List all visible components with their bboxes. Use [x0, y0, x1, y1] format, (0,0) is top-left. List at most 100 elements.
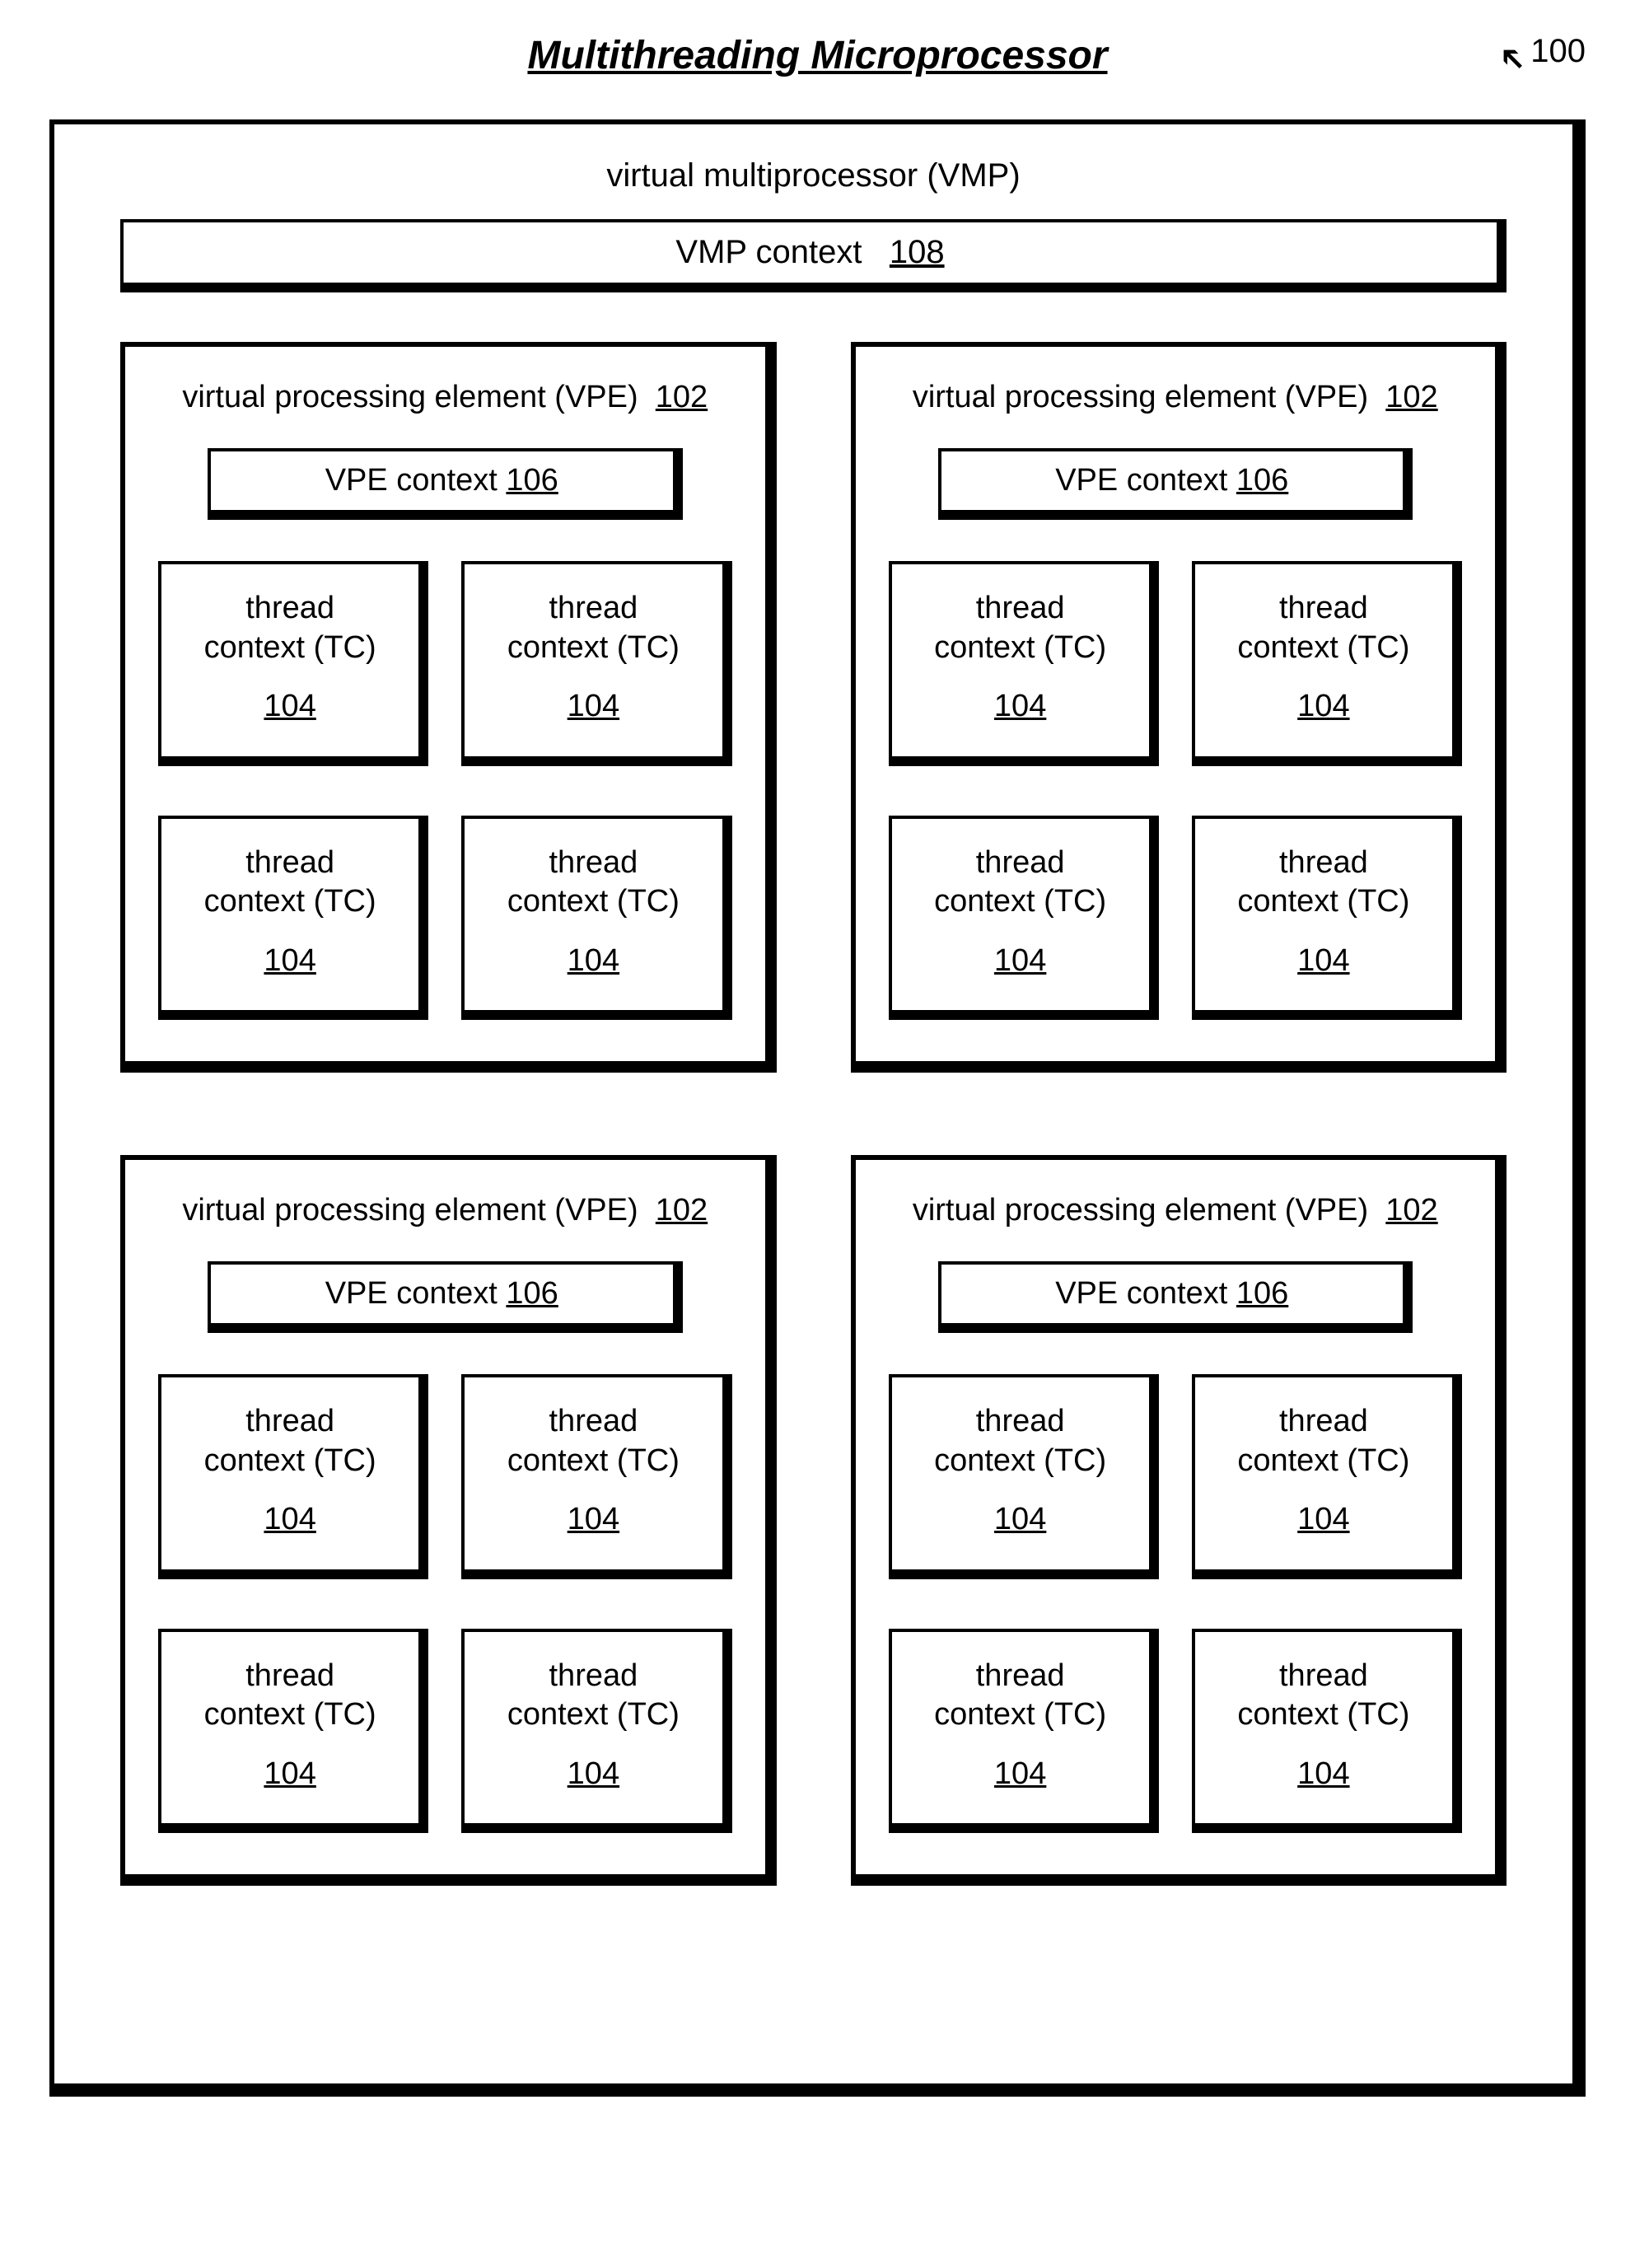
tc-line2: context (TC) [1237, 882, 1409, 922]
tc-line1: thread [245, 1657, 334, 1696]
vpe-title-label: virtual processing element (VPE) [182, 380, 638, 414]
vpe-title: virtual processing element (VPE) 102 [158, 1193, 732, 1228]
tc-line2: context (TC) [934, 629, 1106, 668]
tc-line2: context (TC) [1237, 1442, 1409, 1481]
tc-line1: thread [549, 589, 638, 629]
tc-block: threadcontext (TC)104 [461, 561, 731, 766]
vmp-context-label: VMP context [675, 234, 862, 270]
vpe-grid: virtual processing element (VPE) 102 VPE … [112, 342, 1515, 1886]
tc-line2: context (TC) [204, 629, 376, 668]
tc-ref: 104 [1297, 1500, 1349, 1540]
tc-grid: threadcontext (TC)104threadcontext (TC)1… [889, 561, 1463, 1020]
tc-block: threadcontext (TC) 104 [158, 816, 428, 1021]
vmp-title: virtual multiprocessor (VMP) [112, 157, 1515, 194]
vmp-context-block: VMP context 108 [120, 219, 1507, 292]
vpe-context-label: VPE context [1055, 1276, 1227, 1311]
tc-line2: context (TC) [507, 882, 680, 922]
vpe-title-ref: 102 [1385, 1193, 1437, 1228]
tc-line1: thread [1279, 1657, 1368, 1696]
vpe-title-ref: 102 [656, 1193, 708, 1228]
vpe-context-ref: 106 [506, 1276, 558, 1311]
vpe-title-ref: 102 [1385, 380, 1437, 414]
reference-number: 100 [1530, 33, 1586, 70]
tc-line2: context (TC) [1237, 1695, 1409, 1735]
tc-block: threadcontext (TC) 104 [1192, 816, 1462, 1021]
tc-line1: thread [976, 1402, 1065, 1442]
vpe-context-block: VPE context 106 [208, 448, 683, 520]
tc-ref: 104 [1297, 687, 1349, 727]
tc-ref: 104 [1297, 942, 1349, 981]
tc-block: threadcontext (TC) 104 [158, 561, 428, 766]
tc-ref: 104 [568, 942, 619, 981]
ref-arrow-icon: ➔ [1488, 35, 1535, 82]
vpe-context-label: VPE context [325, 463, 498, 498]
tc-block: threadcontext (TC)104 [1192, 1629, 1462, 1834]
tc-ref: 104 [264, 1500, 315, 1540]
vpe-context-block: VPE context 106 [208, 1261, 683, 1333]
tc-grid: threadcontext (TC)104threadcontext (TC)1… [889, 1374, 1463, 1833]
tc-line2: context (TC) [507, 1695, 680, 1735]
tc-block: threadcontext (TC) 104 [461, 816, 731, 1021]
tc-ref: 104 [264, 1755, 315, 1794]
vpe-context-block: VPE context 106 [938, 448, 1413, 520]
vpe-title-label: virtual processing element (VPE) [182, 1193, 638, 1228]
tc-line1: thread [245, 844, 334, 883]
tc-ref: 104 [568, 1755, 619, 1794]
vpe-block: virtual processing element (VPE) 102 VPE … [120, 1155, 777, 1886]
tc-ref: 104 [994, 1500, 1046, 1540]
vmp-block: virtual multiprocessor (VMP) VMP context… [49, 119, 1586, 2097]
vpe-title-ref: 102 [656, 380, 708, 414]
tc-block: threadcontext (TC) 104 [1192, 1374, 1462, 1579]
vpe-block: virtual processing element (VPE) 102 VPE … [851, 342, 1507, 1073]
tc-block: threadcontext (TC) 104 [461, 1629, 731, 1834]
vpe-title-label: virtual processing element (VPE) [913, 1193, 1368, 1228]
vpe-block: virtual processing element (VPE) 102 VPE … [120, 342, 777, 1073]
tc-ref: 104 [264, 687, 315, 727]
tc-block: threadcontext (TC) 104 [889, 816, 1159, 1021]
vpe-context-ref: 106 [506, 463, 558, 498]
tc-line2: context (TC) [204, 1442, 376, 1481]
tc-block: threadcontext (TC) 104 [461, 1374, 731, 1579]
tc-block: threadcontext (TC)104 [1192, 561, 1462, 766]
tc-line2: context (TC) [204, 882, 376, 922]
tc-ref: 104 [994, 1755, 1046, 1794]
tc-line2: context (TC) [934, 1442, 1106, 1481]
tc-line1: thread [245, 589, 334, 629]
tc-line2: context (TC) [934, 1695, 1106, 1735]
tc-grid: threadcontext (TC)104threadcontext (TC)1… [158, 561, 732, 1020]
vpe-context-block: VPE context 106 [938, 1261, 1413, 1333]
tc-block: threadcontext (TC) 104 [158, 1374, 428, 1579]
tc-line2: context (TC) [507, 1442, 680, 1481]
reference-100: ➔ 100 [1498, 33, 1586, 71]
tc-line1: thread [245, 1402, 334, 1442]
tc-line1: thread [549, 844, 638, 883]
vpe-title-label: virtual processing element (VPE) [913, 380, 1368, 414]
diagram-title: Multithreading Microprocessor [527, 33, 1107, 78]
vpe-context-ref: 106 [1236, 1276, 1288, 1311]
vpe-title: virtual processing element (VPE) 102 [889, 380, 1463, 415]
vmp-context-ref: 108 [890, 234, 945, 270]
tc-ref: 104 [264, 942, 315, 981]
tc-line2: context (TC) [934, 882, 1106, 922]
tc-grid: threadcontext (TC)104threadcontext (TC)1… [158, 1374, 732, 1833]
tc-line1: thread [549, 1402, 638, 1442]
tc-line1: thread [549, 1657, 638, 1696]
tc-line1: thread [976, 844, 1065, 883]
vpe-context-ref: 106 [1236, 463, 1288, 498]
vpe-title: virtual processing element (VPE) 102 [889, 1193, 1463, 1228]
tc-line1: thread [976, 1657, 1065, 1696]
tc-block: threadcontext (TC) 104 [889, 1629, 1159, 1834]
tc-ref: 104 [568, 1500, 619, 1540]
tc-block: threadcontext (TC)104 [158, 1629, 428, 1834]
tc-ref: 104 [994, 687, 1046, 727]
vpe-context-label: VPE context [1055, 463, 1227, 498]
tc-line1: thread [1279, 589, 1368, 629]
tc-ref: 104 [994, 942, 1046, 981]
tc-line1: thread [976, 589, 1065, 629]
tc-block: threadcontext (TC) 104 [889, 1374, 1159, 1579]
tc-line1: thread [1279, 844, 1368, 883]
tc-line1: thread [1279, 1402, 1368, 1442]
tc-ref: 104 [568, 687, 619, 727]
vpe-title: virtual processing element (VPE) 102 [158, 380, 732, 415]
tc-block: threadcontext (TC) 104 [889, 561, 1159, 766]
